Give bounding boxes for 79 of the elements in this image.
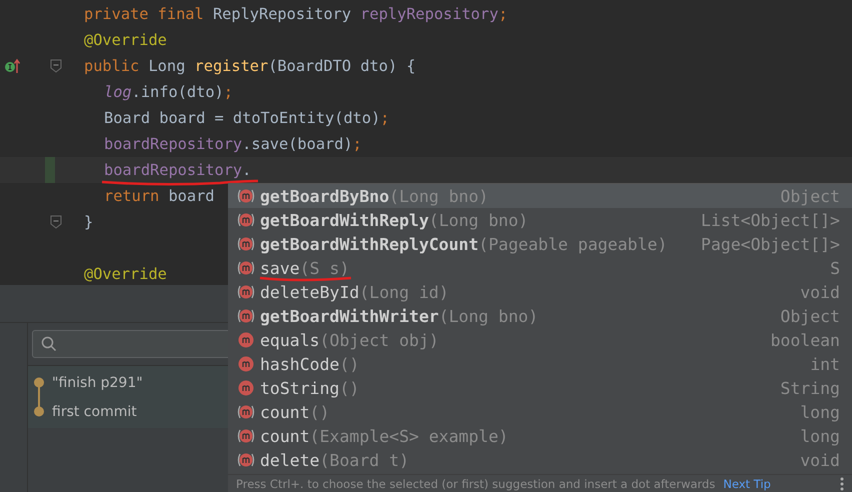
method-params: (Object obj) bbox=[320, 330, 439, 350]
completion-item[interactable]: delete(Board t) void bbox=[228, 448, 852, 472]
code-line: @Override bbox=[84, 31, 167, 49]
return-type: List<Object[]> bbox=[700, 210, 840, 230]
abstract-method-icon bbox=[236, 187, 256, 205]
method-name: getBoardWithWriter bbox=[260, 306, 439, 326]
method-params: (Long bno) bbox=[389, 186, 488, 206]
method-name: hashCode bbox=[260, 354, 340, 374]
return-type: void bbox=[800, 450, 840, 470]
return-type: long bbox=[800, 426, 840, 446]
implements-marker-icon[interactable] bbox=[4, 58, 20, 74]
search-icon bbox=[41, 336, 57, 352]
method-name: count bbox=[260, 426, 310, 446]
return-type: int bbox=[810, 354, 840, 374]
method-params: () bbox=[339, 378, 360, 398]
abstract-method-icon bbox=[236, 235, 256, 253]
method-icon bbox=[236, 355, 256, 373]
return-type: S bbox=[830, 258, 840, 278]
method-name: getBoardWithReplyCount bbox=[260, 234, 479, 254]
abstract-method-icon bbox=[236, 259, 256, 277]
completion-item[interactable]: count() long bbox=[228, 400, 852, 424]
method-params: (Long bno) bbox=[428, 210, 528, 230]
method-name: save bbox=[260, 258, 300, 278]
return-type: Object bbox=[780, 186, 840, 206]
return-type: Object bbox=[780, 306, 840, 326]
return-type: String bbox=[780, 378, 840, 398]
method-name: toString bbox=[260, 378, 340, 398]
method-icon bbox=[236, 379, 256, 397]
code-line: @Override bbox=[84, 265, 167, 283]
abstract-method-icon bbox=[236, 211, 256, 229]
abstract-method-icon bbox=[236, 427, 256, 445]
code-line: Board board = dtoToEntity(dto); bbox=[103, 109, 390, 127]
completion-item[interactable]: hashCode() int bbox=[228, 352, 852, 376]
code-line: log.info(dto); bbox=[103, 83, 233, 101]
code-line: boardRepository. bbox=[103, 161, 252, 179]
method-name: deleteById bbox=[260, 282, 360, 302]
commit-message[interactable]: first commit bbox=[52, 404, 137, 420]
method-icon bbox=[236, 331, 256, 349]
completion-item[interactable]: getBoardWithReply(Long bno) List<Object[]> bbox=[228, 208, 852, 232]
method-params: (S s) bbox=[300, 258, 350, 278]
more-icon[interactable] bbox=[840, 477, 844, 491]
code-line: boardRepository.save(board); bbox=[103, 135, 362, 153]
code-line: private final ReplyRepository replyRepository; bbox=[84, 5, 508, 23]
return-type: long bbox=[800, 402, 840, 422]
abstract-method-icon bbox=[236, 403, 256, 421]
return-type: void bbox=[800, 282, 840, 302]
completion-item[interactable]: deleteById(Long id) void bbox=[228, 280, 852, 304]
method-params: (Board t) bbox=[320, 450, 410, 470]
completion-item[interactable]: getBoardByBno(Long bno) Object bbox=[228, 184, 852, 208]
return-type: Page<Object[]> bbox=[700, 234, 840, 254]
completion-item[interactable]: save(S s) S bbox=[228, 256, 852, 280]
abstract-method-icon bbox=[236, 307, 256, 325]
method-params: (Long id) bbox=[359, 282, 449, 302]
completion-item[interactable]: count(Example<S> example) long bbox=[228, 424, 852, 448]
method-name: count bbox=[260, 402, 310, 422]
method-name: delete bbox=[260, 450, 320, 470]
return-type: boolean bbox=[770, 330, 840, 350]
method-params: (Long bno) bbox=[438, 306, 538, 326]
fold-icon[interactable] bbox=[50, 215, 62, 229]
hint-text: Press Ctrl+. to choose the selected (or first) suggestion and insert a dot afterwards bbox=[236, 477, 716, 491]
method-name: getBoardByBno bbox=[260, 186, 390, 206]
code-line: public Long register(BoardDTO dto) { bbox=[84, 57, 416, 75]
method-params: (Example<S> example) bbox=[310, 426, 508, 446]
completion-item[interactable]: equals(Object obj) boolean bbox=[228, 328, 852, 352]
method-params: () bbox=[339, 354, 360, 374]
method-name: equals bbox=[260, 330, 320, 350]
method-name: getBoardWithReply bbox=[260, 210, 429, 230]
commit-message[interactable]: "finish p291" bbox=[52, 374, 143, 390]
completion-item[interactable]: getBoardWithWriter(Long bno) Object bbox=[228, 304, 852, 328]
abstract-method-icon bbox=[236, 283, 256, 301]
abstract-method-icon bbox=[236, 451, 256, 469]
code-line: } bbox=[84, 213, 94, 231]
fold-icon[interactable] bbox=[50, 59, 62, 73]
next-tip-link[interactable]: Next Tip bbox=[723, 477, 771, 491]
code-line: return board bbox=[103, 187, 215, 205]
completion-item[interactable]: getBoardWithReplyCount(Pageable pageable) Page<Object[]> bbox=[228, 232, 852, 256]
method-params: (Pageable pageable) bbox=[478, 234, 668, 254]
completion-item[interactable]: toString() String bbox=[228, 376, 852, 400]
method-params: () bbox=[310, 402, 330, 422]
